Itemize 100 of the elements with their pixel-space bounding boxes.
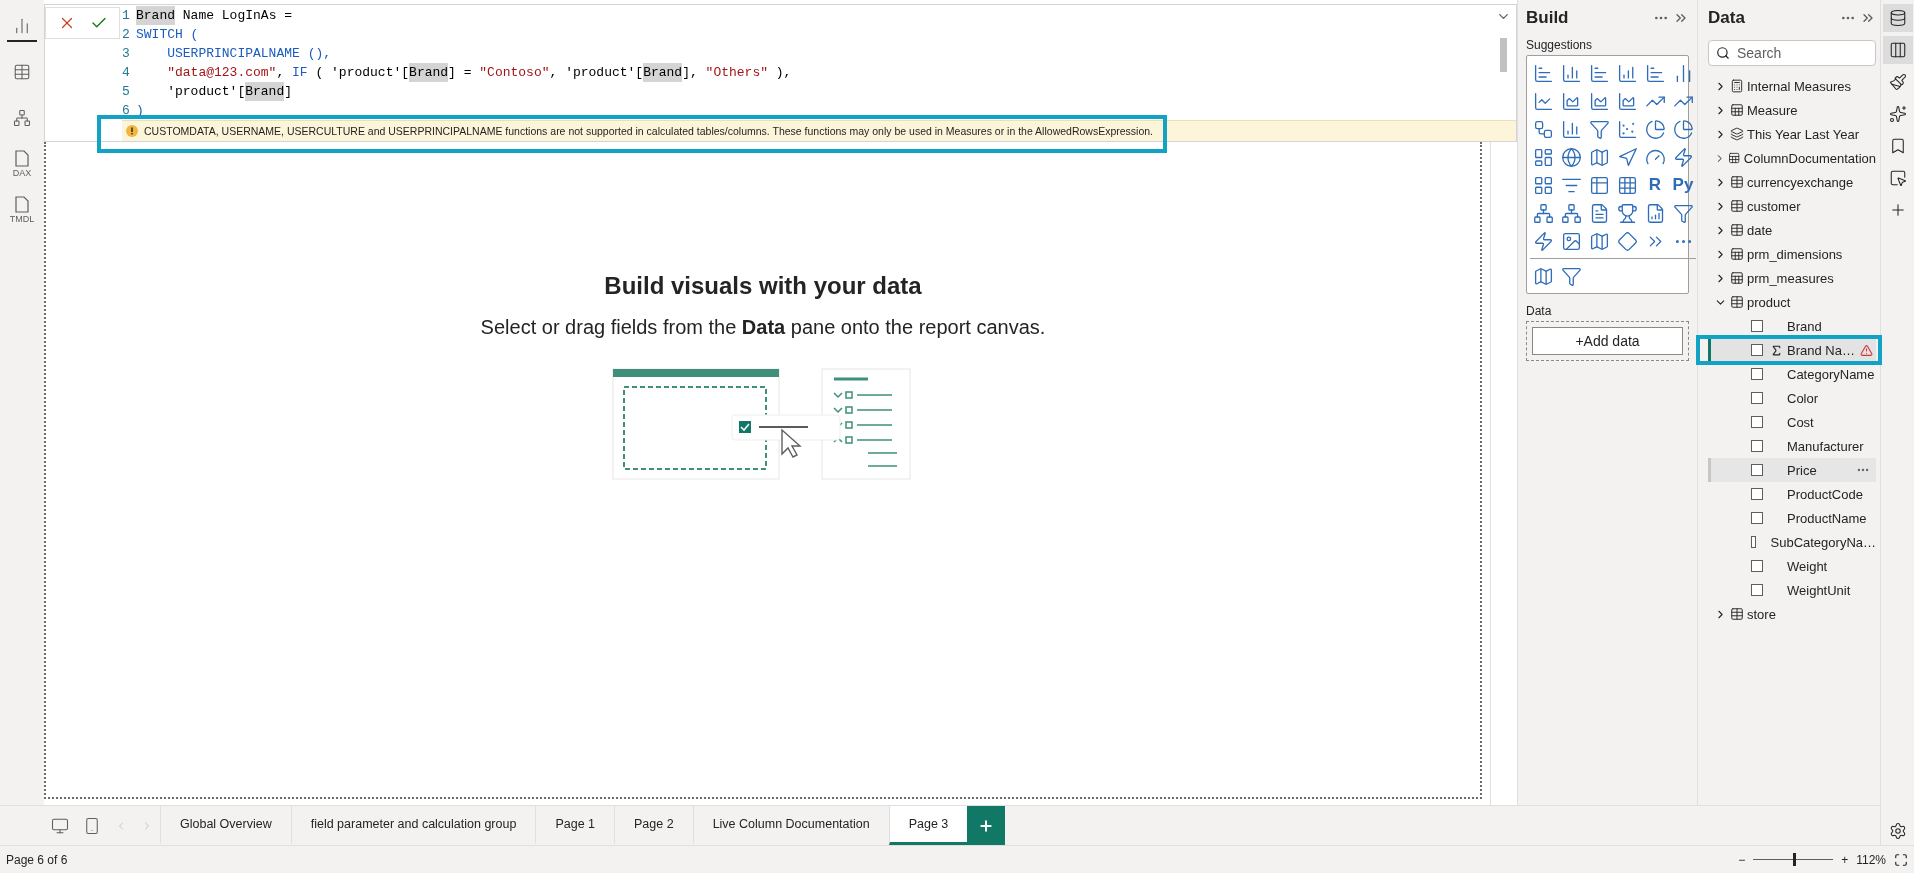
column-chart-icon[interactable] <box>1560 62 1582 84</box>
field-item[interactable]: Color <box>1708 386 1876 410</box>
checkbox[interactable] <box>1751 440 1763 452</box>
checkbox[interactable] <box>1751 392 1763 404</box>
checkbox[interactable] <box>1751 584 1763 596</box>
kpi-icon[interactable] <box>1532 174 1554 196</box>
page-tab[interactable]: Page 3 <box>888 806 968 845</box>
checkbox[interactable] <box>1751 488 1763 500</box>
field-item[interactable]: Price <box>1708 458 1876 482</box>
desktop-icon[interactable] <box>51 816 69 835</box>
table-item[interactable]: product <box>1708 290 1876 314</box>
table-item[interactable]: prm_dimensions <box>1708 242 1876 266</box>
scatter-chart-icon[interactable] <box>1616 118 1638 140</box>
arrow-icon[interactable] <box>1616 146 1638 168</box>
zoom-out-button[interactable]: − <box>1738 852 1746 867</box>
field-item[interactable]: Manufacturer <box>1708 434 1876 458</box>
diamond-icon[interactable] <box>1616 230 1638 252</box>
checkbox[interactable] <box>1751 536 1757 548</box>
image-icon[interactable] <box>1560 230 1582 252</box>
visual-type-item[interactable]: Py <box>1670 172 1696 198</box>
map-icon[interactable] <box>1588 230 1610 252</box>
checkbox[interactable] <box>1751 368 1763 380</box>
table-item[interactable]: ColumnDocumentation <box>1708 146 1876 170</box>
search-field[interactable]: Search <box>1708 40 1876 66</box>
donut-chart-icon[interactable] <box>1672 118 1694 140</box>
column-chart-icon[interactable] <box>1616 62 1638 84</box>
table-icon <box>1730 607 1744 621</box>
field-item[interactable]: Brand <box>1708 314 1876 338</box>
checkbox[interactable] <box>1751 464 1763 476</box>
section-label: Data <box>1526 304 1553 318</box>
database-icon[interactable] <box>1882 4 1913 32</box>
line-chart-icon[interactable] <box>1532 90 1554 112</box>
checkbox[interactable] <box>1751 344 1763 356</box>
table-item[interactable]: store <box>1708 602 1876 626</box>
map-icon[interactable] <box>1532 265 1554 287</box>
table-item[interactable]: This Year Last Year <box>1708 122 1876 146</box>
slider-thumb[interactable] <box>1793 853 1797 866</box>
globe-icon[interactable] <box>1560 146 1582 168</box>
treemap-icon[interactable] <box>1532 146 1554 168</box>
area-chart-icon[interactable] <box>1616 90 1638 112</box>
matrix-icon[interactable] <box>1616 174 1638 196</box>
code-line: 2 SWITCH ( <box>122 26 200 44</box>
area-chart-icon[interactable] <box>1588 90 1610 112</box>
code-line: 5 'product'[Brand] <box>122 82 294 101</box>
field-item[interactable]: ProductCode <box>1708 482 1876 506</box>
table-item[interactable]: customer <box>1708 194 1876 218</box>
table-item[interactable]: prm_measures <box>1708 266 1876 290</box>
bar-chart-icon[interactable] <box>1532 62 1554 84</box>
table-icon <box>1730 247 1744 261</box>
table-item[interactable]: currencyexchange <box>1708 170 1876 194</box>
code-line: 3 USERPRINCIPALNAME (), <box>122 45 333 63</box>
add-data-button[interactable]: +Add data <box>1532 327 1683 355</box>
fit-to-page-icon[interactable] <box>1894 852 1908 867</box>
visual-type-item[interactable]: R <box>1642 172 1668 198</box>
zoom-level: 112% <box>1856 852 1886 867</box>
checkbox[interactable] <box>1751 320 1763 332</box>
field-item[interactable]: ProductName <box>1708 506 1876 530</box>
tree-icon[interactable] <box>1532 202 1554 224</box>
code-line: 1 Brand Name LogInAs = <box>122 6 294 25</box>
table-item[interactable]: Internal Measures <box>1708 74 1876 98</box>
empty-state-title: Build visuals with your data <box>604 272 922 300</box>
map-icon[interactable] <box>1588 146 1610 168</box>
funnel-icon[interactable] <box>1588 118 1610 140</box>
card-icon[interactable] <box>1672 146 1694 168</box>
bar-chart-icon[interactable] <box>1644 62 1666 84</box>
field-item[interactable]: SubCategoryNa… <box>1708 530 1876 554</box>
table-item[interactable]: date <box>1708 218 1876 242</box>
checkbox[interactable] <box>1751 560 1763 572</box>
filter-icon[interactable] <box>1532 230 1554 252</box>
calculator-icon <box>1730 79 1744 93</box>
table-icon[interactable] <box>1588 174 1610 196</box>
table-icon <box>1730 103 1744 117</box>
scroll-thumb[interactable] <box>1499 38 1507 72</box>
settings-icon[interactable] <box>1888 822 1907 840</box>
hierarchy-icon[interactable] <box>1560 202 1582 224</box>
checkbox[interactable] <box>1751 512 1763 524</box>
checkbox[interactable] <box>1751 416 1763 428</box>
table-icon <box>1730 175 1744 189</box>
ribbon-chart-icon[interactable] <box>1532 118 1554 140</box>
area-chart-icon[interactable] <box>1560 90 1582 112</box>
code-line: 4 "data@123.com", IF ( 'product'[Brand] = "Contoso", 'product'[Brand], "Others" ), <box>122 63 793 82</box>
section-label: Suggestions <box>1526 38 1594 52</box>
add-page-button[interactable] <box>967 806 1006 845</box>
field-item[interactable]: Cost <box>1708 410 1876 434</box>
zoom-in-button[interactable]: + <box>1841 852 1849 867</box>
waterfall-chart-icon[interactable] <box>1560 118 1582 140</box>
field-item[interactable]: Weight <box>1708 554 1876 578</box>
trophy-icon[interactable] <box>1616 202 1638 224</box>
field-item[interactable]: Brand Na… <box>1708 338 1876 362</box>
phone-icon[interactable] <box>83 816 101 835</box>
bar-chart-icon[interactable] <box>1588 62 1610 84</box>
field-item[interactable]: CategoryName <box>1708 362 1876 386</box>
filter-icon[interactable] <box>1672 202 1694 224</box>
field-item[interactable]: WeightUnit <box>1708 578 1876 602</box>
pie-chart-icon[interactable] <box>1644 118 1666 140</box>
page-indicator: Page 6 of 6 <box>6 852 68 867</box>
filter-icon[interactable] <box>1560 265 1582 287</box>
chart-icon[interactable] <box>1882 36 1913 64</box>
table-item[interactable]: Measure <box>1708 98 1876 122</box>
drop-zone[interactable]: +Add data <box>1526 321 1689 361</box>
